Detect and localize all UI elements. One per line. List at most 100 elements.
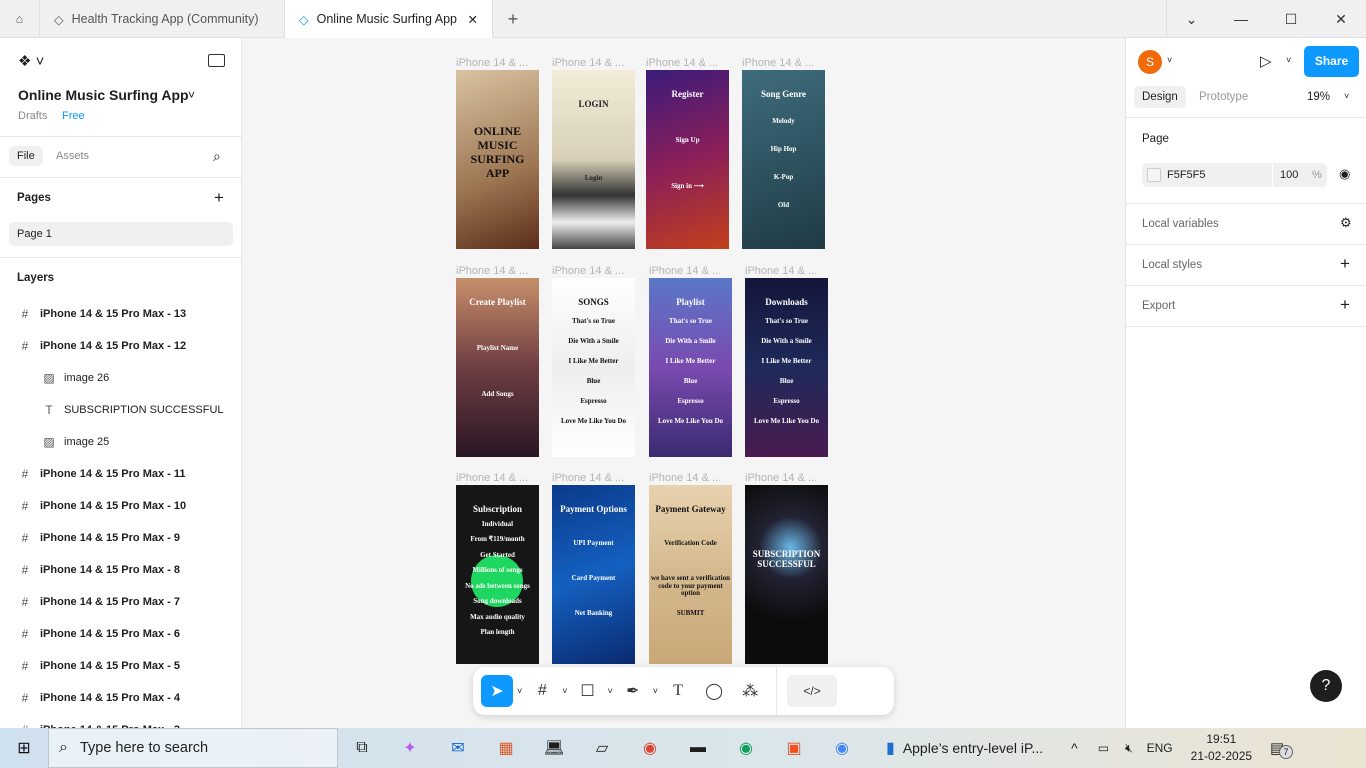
tab-design[interactable]: Design: [1134, 86, 1186, 108]
help-button[interactable]: ?: [1310, 670, 1342, 702]
variables-icon[interactable]: ⚙: [1340, 215, 1352, 231]
frame-thumbnail[interactable]: Downloads That's so True Die With a Smile I…: [745, 278, 828, 457]
windows-start-icon[interactable]: ⊞: [0, 728, 48, 768]
volume-muted-icon[interactable]: 🔇︎: [1125, 741, 1133, 756]
notifications-button[interactable]: ▤ 7: [1270, 739, 1294, 759]
frame-label[interactable]: iPhone 14 & ...: [552, 57, 624, 69]
frame-label[interactable]: iPhone 14 & ...: [742, 57, 814, 69]
move-tool-icon[interactable]: ➤: [481, 675, 513, 707]
frame-thumbnail[interactable]: Payment Gateway Verification Code we have …: [649, 485, 732, 664]
local-variables[interactable]: Local variables: [1142, 218, 1219, 230]
search-icon[interactable]: ⌕: [213, 148, 221, 165]
tab-prototype[interactable]: Prototype: [1199, 91, 1248, 103]
frame-label[interactable]: iPhone 14 & ...: [456, 57, 528, 69]
rectangle-tool-icon[interactable]: ☐: [572, 675, 604, 707]
frame-thumbnail[interactable]: Playlist That's so True Die With a Smile I …: [649, 278, 732, 457]
maximize-button[interactable]: ☐: [1266, 0, 1316, 38]
layer-item[interactable]: # iPhone 14 & 15 Pro Max - 13: [0, 298, 241, 330]
notes-icon[interactable]: ▱: [578, 728, 626, 768]
page-background-field[interactable]: F5F5F5 100 %: [1142, 163, 1327, 187]
frame-thumbnail[interactable]: ONLINE MUSIC SURFING APP: [456, 70, 539, 249]
layer-item[interactable]: T SUBSCRIPTION SUCCESSFUL: [0, 394, 241, 426]
page-item[interactable]: Page 1: [9, 222, 233, 246]
frame-thumbnail[interactable]: Create Playlist Playlist Name Add Songs: [456, 278, 539, 457]
layer-item[interactable]: ▨ image 25: [0, 426, 241, 458]
frame-thumbnail[interactable]: SONGS That's so True Die With a Smile I Lik…: [552, 278, 635, 457]
chrome-icon[interactable]: ◉: [626, 728, 674, 768]
news-widget[interactable]: ▮ Apple’s entry-level iP...: [886, 738, 1043, 758]
comment-tool-icon[interactable]: ◯: [698, 675, 730, 707]
frame-label[interactable]: iPhone 14 & ...: [456, 265, 528, 277]
terminal-icon[interactable]: ▬: [674, 728, 722, 768]
export[interactable]: Export: [1142, 300, 1175, 312]
frame-label[interactable]: iPhone 14 & ...: [552, 472, 624, 484]
language-indicator[interactable]: ENG: [1147, 741, 1173, 755]
tab-online-music[interactable]: ◇ Online Music Surfing App ✕: [285, 0, 493, 38]
layer-item[interactable]: # iPhone 14 & 15 Pro Max - 11: [0, 458, 241, 490]
close-tab-icon[interactable]: ✕: [468, 12, 478, 27]
color-swatch[interactable]: [1147, 168, 1161, 182]
minimize-button[interactable]: —: [1216, 0, 1266, 38]
chrome-profile-icon[interactable]: ◉: [722, 728, 770, 768]
color-hex-input[interactable]: F5F5F5: [1167, 169, 1206, 181]
actions-tool-icon[interactable]: ⁂: [734, 675, 766, 707]
project-title[interactable]: Online Music Surfing App: [18, 87, 189, 103]
add-page-icon[interactable]: +: [214, 188, 224, 208]
frame-label[interactable]: iPhone 14 & ...: [649, 265, 721, 277]
layer-item[interactable]: # iPhone 14 & 15 Pro Max - 12: [0, 330, 241, 362]
share-button[interactable]: Share: [1304, 46, 1359, 77]
frame-thumbnail[interactable]: Subscription Individual From ₹119/month Get…: [456, 485, 539, 664]
frame-tool-icon[interactable]: #: [526, 675, 558, 707]
text-tool-icon[interactable]: T: [662, 675, 694, 707]
dev-mode-toggle-icon[interactable]: </>: [787, 675, 838, 707]
frame-label[interactable]: iPhone 14 & ...: [456, 472, 528, 484]
chevron-down-icon[interactable]: ⌄: [1166, 0, 1216, 38]
chevron-down-icon[interactable]: ˅: [562, 686, 567, 696]
play-icon[interactable]: ▷: [1260, 52, 1272, 70]
figma-menu-icon[interactable]: ❖ ˅: [18, 52, 44, 70]
frame-label[interactable]: iPhone 14 & ...: [646, 57, 718, 69]
chevron-down-icon[interactable]: ˅: [1344, 91, 1349, 101]
layer-item[interactable]: # iPhone 14 & 15 Pro Max - 4: [0, 682, 241, 714]
tab-health-tracking[interactable]: ◇ Health Tracking App (Community): [40, 0, 285, 38]
canvas[interactable]: iPhone 14 & ... ONLINE MUSIC SURFING APP iPho…: [243, 38, 1125, 728]
task-view-icon[interactable]: ⧉: [338, 728, 386, 768]
frame-label[interactable]: iPhone 14 & ...: [552, 265, 624, 277]
layer-item[interactable]: # iPhone 14 & 15 Pro Max - 7: [0, 586, 241, 618]
figma-app-icon[interactable]: ▣: [770, 728, 818, 768]
new-tab-button[interactable]: +: [493, 0, 533, 38]
layer-item[interactable]: # iPhone 14 & 15 Pro Max - 6: [0, 618, 241, 650]
layer-item[interactable]: # iPhone 14 & 15 Pro Max - 10: [0, 490, 241, 522]
opacity-input[interactable]: 100: [1280, 169, 1298, 181]
chevron-down-icon[interactable]: ˅: [653, 686, 658, 696]
frame-label[interactable]: iPhone 14 & ...: [745, 472, 817, 484]
tab-file[interactable]: File: [9, 146, 43, 166]
clock[interactable]: 19:51 21-02-2025: [1191, 731, 1252, 765]
drafts-label[interactable]: Drafts: [18, 110, 47, 122]
chevron-down-icon[interactable]: ˅: [608, 686, 613, 696]
layer-item[interactable]: ▨ image 26: [0, 362, 241, 394]
close-window-button[interactable]: ✕: [1316, 0, 1366, 38]
chevron-up-icon[interactable]: ^: [1071, 740, 1078, 756]
chevron-down-icon[interactable]: ˅: [1167, 55, 1172, 65]
chevron-down-icon[interactable]: ˅: [517, 686, 522, 696]
frame-thumbnail[interactable]: Payment Options UPI Payment Card Payment Ne…: [552, 485, 635, 664]
add-style-icon[interactable]: +: [1340, 254, 1350, 274]
layer-item[interactable]: # iPhone 14 & 15 Pro Max - 9: [0, 522, 241, 554]
computer-icon[interactable]: 💻︎: [530, 728, 578, 768]
frame-thumbnail[interactable]: LOGIN Login: [552, 70, 635, 249]
plan-badge[interactable]: Free: [62, 110, 85, 122]
frame-thumbnail[interactable]: Register Sign Up Sign in ⟶: [646, 70, 729, 249]
toggle-sidebar-icon[interactable]: [208, 54, 225, 67]
frame-thumbnail[interactable]: Song Genre Melody Hip Hop K-Pop Old: [742, 70, 825, 249]
tab-assets[interactable]: Assets: [56, 150, 89, 162]
zoom-level[interactable]: 19%: [1307, 91, 1330, 103]
store-icon[interactable]: ▦: [482, 728, 530, 768]
chevron-down-icon[interactable]: ˅: [188, 88, 195, 102]
avatar[interactable]: S: [1138, 50, 1162, 74]
copilot-icon[interactable]: ✦: [386, 728, 434, 768]
local-styles[interactable]: Local styles: [1142, 259, 1202, 271]
frame-label[interactable]: iPhone 14 & ...: [649, 472, 721, 484]
layer-item[interactable]: # iPhone 14 & 15 Pro Max - 5: [0, 650, 241, 682]
add-export-icon[interactable]: +: [1340, 295, 1350, 315]
